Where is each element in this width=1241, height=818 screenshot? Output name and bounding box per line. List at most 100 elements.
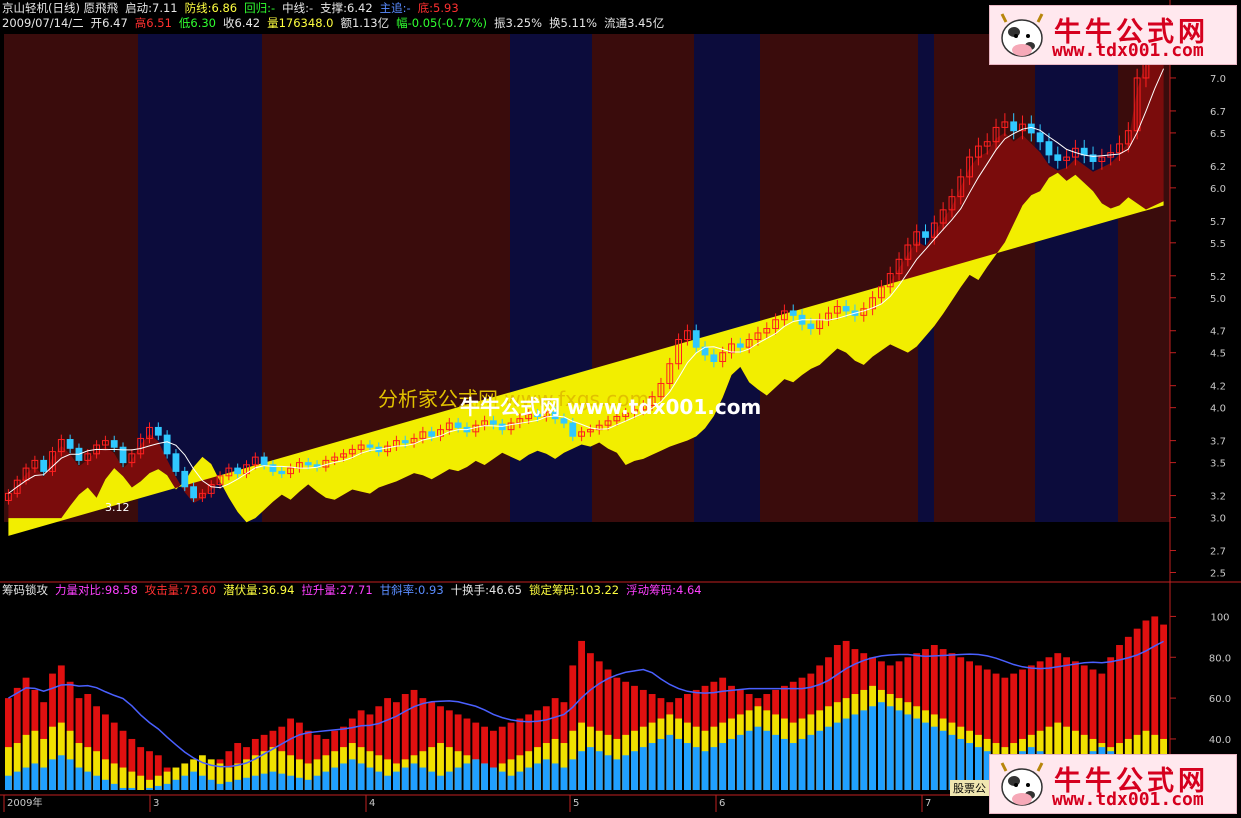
candle-20	[181, 470, 189, 488]
candle-41	[366, 444, 374, 448]
lift-bar-40	[357, 763, 365, 790]
candle-64	[569, 422, 577, 437]
lift-bar-101	[895, 710, 903, 790]
candle-55	[490, 420, 497, 425]
lift-bar-29	[260, 773, 268, 790]
lift-bar-67	[595, 751, 603, 790]
candle-104	[922, 231, 929, 238]
lift-bar-42	[375, 771, 383, 790]
lift-bar-10	[93, 775, 100, 790]
candle-19	[172, 453, 180, 472]
lift-bar-53	[472, 759, 480, 790]
lift-bar-87	[772, 734, 779, 790]
price-tick-label-11: 4.5	[1210, 349, 1226, 360]
lift-bar-4	[40, 767, 48, 790]
lift-bar-74	[657, 738, 665, 790]
lift-bar-28	[251, 775, 259, 790]
candle-80	[710, 354, 718, 362]
lift-bar-80	[710, 747, 718, 790]
price-tick-label-3: 6.5	[1210, 129, 1226, 140]
lift-bar-21	[190, 771, 197, 790]
cow-icon	[1000, 13, 1044, 57]
lift-bar-88	[781, 738, 788, 790]
date-tick-label-5: 7	[925, 798, 931, 809]
watermark-tdx: 牛牛公式网 www.tdx001.com	[460, 395, 761, 419]
logo-bottom: 牛牛公式网 www.tdx001.com	[989, 754, 1237, 814]
lift-bar-33	[296, 777, 303, 790]
candle-114	[1010, 121, 1018, 132]
lift-bar-82	[728, 738, 735, 790]
lift-bar-50	[445, 771, 453, 790]
price-tick-label-18: 2.7	[1210, 547, 1226, 558]
stock-chart: 7.37.06.76.56.26.05.75.55.25.04.74.54.24…	[0, 0, 1241, 812]
price-tick-label-16: 3.2	[1210, 492, 1226, 503]
candle-45	[401, 440, 409, 444]
logo-url[interactable]: www.tdx001.com	[1052, 789, 1204, 810]
lift-bar-20	[181, 775, 189, 790]
lift-bar-26	[234, 779, 242, 790]
lift-bar-64	[569, 759, 577, 790]
lift-bar-96	[851, 714, 859, 790]
stock-label: 股票公	[953, 782, 986, 795]
lift-bar-59	[525, 767, 533, 790]
candle-12	[110, 440, 118, 448]
lift-bar-36	[322, 771, 330, 790]
price-tick-label-9: 5.0	[1210, 294, 1226, 305]
lift-bar-65	[578, 751, 585, 790]
date-tick-label-2: 4	[369, 798, 375, 809]
price-tick-label-5: 6.0	[1210, 184, 1226, 195]
price-tick-label-17: 3.0	[1210, 514, 1226, 525]
lift-bar-92	[816, 730, 824, 790]
lift-bar-6	[57, 755, 65, 790]
logo-url[interactable]: www.tdx001.com	[1052, 40, 1204, 61]
lift-bar-13	[119, 787, 127, 790]
candle-34	[304, 462, 312, 466]
lift-bar-41	[366, 767, 374, 790]
lift-bar-57	[507, 775, 515, 790]
price-tick-label-14: 3.7	[1210, 437, 1226, 448]
lift-bar-86	[763, 730, 771, 790]
lift-bar-27	[243, 777, 250, 790]
price-tick-label-10: 4.7	[1210, 327, 1226, 338]
candle-31	[278, 470, 286, 475]
logo-top: 牛牛公式网 www.tdx001.com	[989, 5, 1237, 65]
candle-18	[163, 434, 171, 455]
lift-bar-39	[348, 759, 356, 790]
lift-bar-34	[304, 779, 312, 790]
lift-bar-22	[199, 775, 206, 790]
lift-bar-70	[622, 755, 630, 790]
candle-119	[1054, 154, 1062, 161]
chart-window: 京山轻机(日线) 愿飛飛 启动:7.11 防线:6.86 回归:- 中线:- 支撑:6.4…	[0, 0, 1241, 818]
lift-bar-24	[216, 783, 224, 790]
lift-bar-84	[745, 730, 753, 790]
lift-bar-12	[110, 783, 118, 790]
lift-bar-76	[675, 738, 682, 790]
lift-bar-91	[807, 734, 815, 790]
lift-bar-99	[878, 702, 885, 790]
lift-bar-66	[587, 747, 594, 790]
lift-bar-102	[904, 714, 912, 790]
price-tick-label-15: 3.5	[1210, 459, 1226, 470]
candle-51	[454, 422, 462, 428]
lift-bar-73	[648, 743, 656, 790]
date-tick-label-4: 6	[719, 798, 725, 809]
regime-band-5	[694, 34, 760, 522]
lift-bar-77	[684, 743, 691, 790]
price-tick-label-13: 4.0	[1210, 404, 1226, 415]
lift-bar-18	[163, 783, 171, 790]
lift-bar-54	[481, 763, 488, 790]
date-tick-label-0: 2009年	[7, 796, 42, 809]
lift-bar-85	[754, 726, 762, 790]
lift-bar-72	[639, 747, 647, 790]
lift-bar-68	[604, 755, 612, 790]
price-tick-label-12: 4.2	[1210, 382, 1226, 393]
lift-bar-106	[939, 730, 947, 790]
candle-122	[1080, 147, 1088, 156]
price-tick-label-4: 6.2	[1210, 162, 1226, 173]
lift-bar-104	[922, 722, 929, 790]
lift-bar-8	[75, 767, 83, 790]
date-tick-label-1: 3	[153, 798, 159, 809]
lift-bar-14	[128, 787, 136, 790]
lift-bar-11	[102, 779, 109, 790]
lift-bar-37	[331, 767, 339, 790]
